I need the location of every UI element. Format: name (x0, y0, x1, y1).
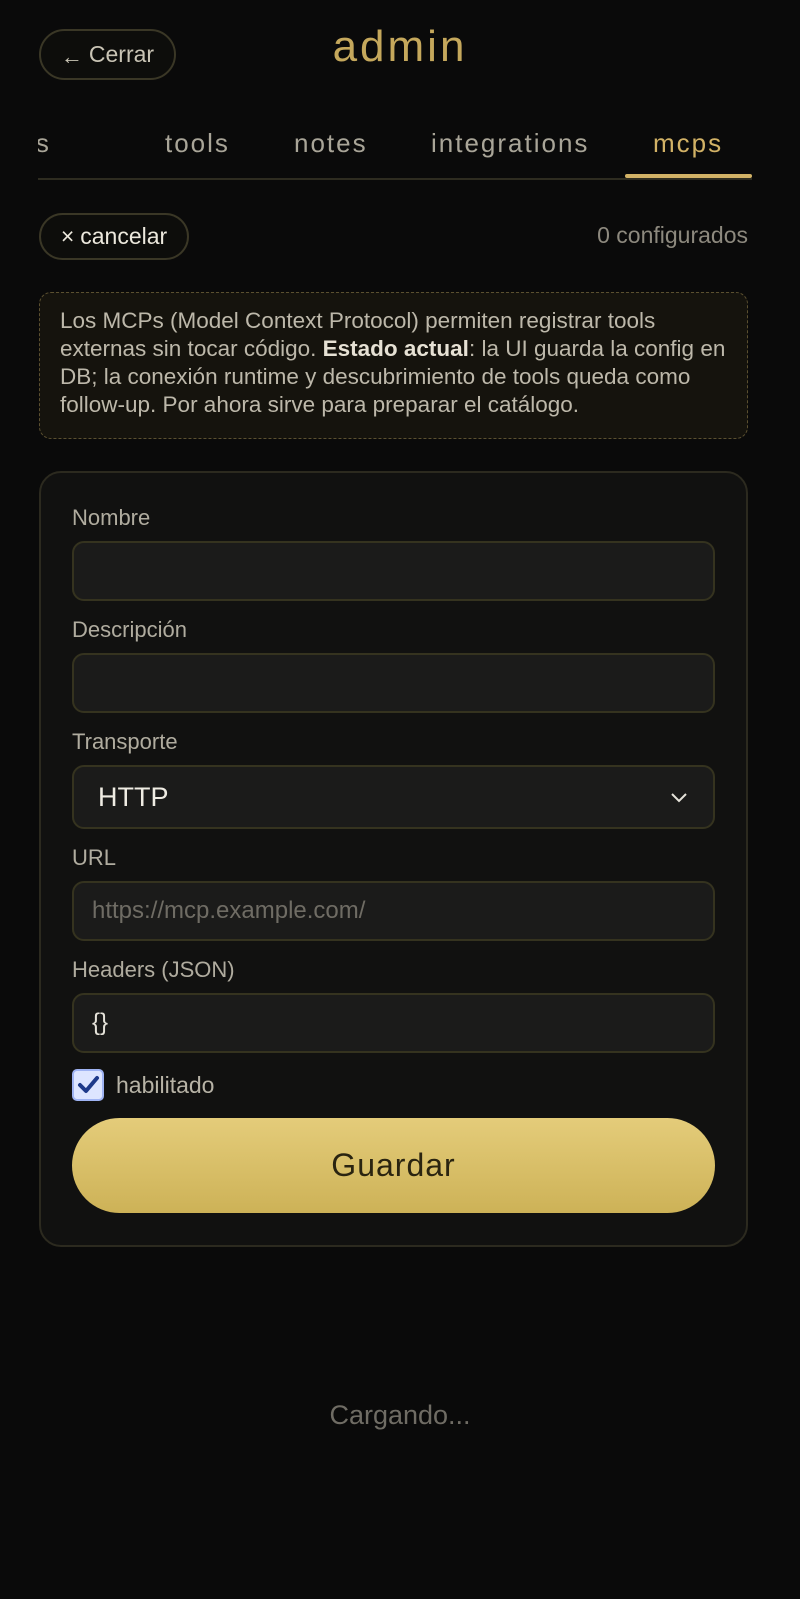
info-notice: Los MCPs (Model Context Protocol) permit… (39, 292, 748, 439)
tab-integrations[interactable]: integrations (431, 128, 589, 159)
description-label: Descripción (72, 617, 187, 642)
name-input[interactable] (72, 541, 715, 601)
cancel-button[interactable]: × cancelar (39, 213, 189, 260)
enabled-row: habilitado (72, 1069, 214, 1101)
page-title: admin (332, 22, 468, 71)
headers-label: Headers (JSON) (72, 957, 235, 982)
tab-mcps[interactable]: mcps (653, 128, 723, 159)
tab-tions[interactable]: tions (38, 128, 51, 159)
info-text-bold: Estado actual (322, 336, 469, 361)
chevron-down-icon (671, 793, 687, 803)
tab-notes[interactable]: notes (294, 128, 368, 159)
transport-label: Transporte (72, 729, 178, 754)
cancel-button-label: cancelar (80, 223, 168, 249)
checkmark-icon (78, 1076, 99, 1093)
save-button[interactable]: Guardar (72, 1118, 715, 1213)
tab-tools[interactable]: tools (165, 128, 230, 159)
url-input[interactable]: https://mcp.example.com/ (72, 881, 715, 941)
active-tab-indicator (625, 174, 752, 178)
transport-select[interactable]: HTTP (72, 765, 715, 829)
configured-count: 0 configurados (597, 222, 748, 248)
loading-status: Cargando... (329, 1400, 471, 1430)
tab-bar: tions tools notes integrations mcps (38, 118, 752, 180)
enabled-label: habilitado (116, 1071, 215, 1098)
close-x-icon: × (60, 223, 75, 249)
transport-selected-value: HTTP (98, 781, 169, 812)
enabled-checkbox[interactable] (72, 1069, 104, 1101)
name-label: Nombre (72, 505, 151, 530)
admin-page: ← Cerrar admin tions tools notes integra… (0, 0, 800, 1599)
description-input[interactable] (72, 653, 715, 713)
url-label: URL (72, 845, 117, 870)
headers-input[interactable]: {} (72, 993, 715, 1053)
